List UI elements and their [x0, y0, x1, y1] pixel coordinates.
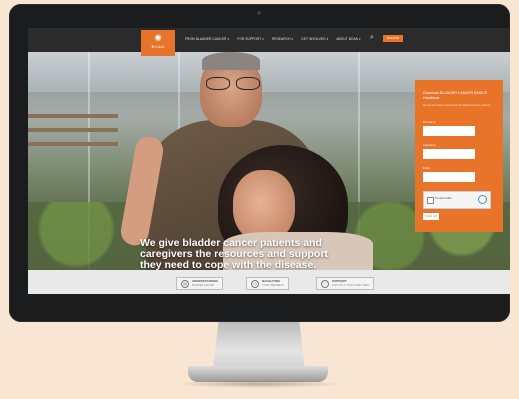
main-menu: FROM BLADDER CANCER ▾ FOR SUPPORT ▾ RESE…: [185, 37, 361, 41]
top-navigation: ✺ BCAN FROM BLADDER CANCER ▾ FOR SUPPORT…: [28, 28, 510, 56]
greenhouse-shelf: [28, 142, 118, 146]
donate-button[interactable]: DONATE: [383, 35, 403, 42]
hero-headline: We give bladder cancer patients and care…: [140, 237, 328, 271]
menu-item-research[interactable]: RESEARCH ▾: [272, 37, 293, 41]
menu-item-about[interactable]: ABOUT BCAN ▾: [336, 37, 360, 41]
monitor: ✺ BCAN FROM BLADDER CANCER ▾ FOR SUPPORT…: [9, 4, 510, 322]
recaptcha-widget: I'm not a robot: [423, 191, 491, 209]
form-title: Download BLADDER CANCER BASICS Handbook: [423, 91, 488, 100]
captcha-checkbox[interactable]: [427, 197, 434, 204]
website-screen: ✺ BCAN FROM BLADDER CANCER ▾ FOR SUPPORT…: [28, 28, 510, 294]
sun-logo-icon: ✺: [154, 33, 162, 43]
logo-text: BCAN: [151, 44, 165, 49]
signup-submit-button[interactable]: SIGN UP: [423, 213, 439, 220]
recaptcha-icon: [478, 195, 487, 204]
man-hair: [202, 52, 260, 70]
handbook-signup-form: Download BLADDER CANCER BASICS Handbook …: [415, 80, 503, 232]
stand-shadow: [175, 380, 343, 388]
feature-subtitle: FOR YOU & YOUR LOVED ONES: [332, 283, 369, 287]
menu-item-get-involved[interactable]: GET INVOLVED ▾: [301, 37, 328, 41]
monitor-stand: [213, 322, 305, 370]
feature-support[interactable]: ♡ SUPPORT FOR YOU & YOUR LOVED ONES: [316, 277, 374, 290]
clipboard-icon: ▤: [181, 279, 189, 288]
captcha-label: I'm not a robot: [435, 197, 452, 200]
bottom-feature-bar: ▤ UNDERSTANDING BLADDER CANCER ◷ NAVIGAT…: [28, 270, 510, 294]
feature-subtitle: BLADDER CANCER: [192, 283, 215, 287]
greenhouse-shelf: [28, 114, 118, 118]
feature-subtitle: YOUR TREATMENT: [262, 283, 284, 287]
apple-logo-icon: [254, 303, 264, 315]
glasses-icon: [206, 77, 260, 90]
feature-understanding[interactable]: ▤ UNDERSTANDING BLADDER CANCER: [176, 277, 224, 290]
email-label: Email: [423, 167, 430, 170]
heart-icon: ♡: [321, 279, 329, 288]
email-field[interactable]: [423, 172, 475, 182]
form-description: Get the free basic resource for the blad…: [423, 104, 491, 107]
greenhouse-shelf: [28, 128, 118, 132]
first-name-label: First Name: [423, 121, 436, 124]
compass-icon: ◷: [251, 279, 259, 288]
feature-navigating[interactable]: ◷ NAVIGATING YOUR TREATMENT: [246, 277, 289, 290]
camera-dot: [257, 11, 261, 15]
last-name-field[interactable]: [423, 149, 475, 159]
menu-item-support[interactable]: FOR SUPPORT ▾: [237, 37, 264, 41]
first-name-field[interactable]: [423, 126, 475, 136]
menu-item-bladder-cancer[interactable]: FROM BLADDER CANCER ▾: [185, 37, 229, 41]
search-icon[interactable]: ⌕: [370, 34, 374, 42]
site-logo[interactable]: ✺ BCAN: [141, 30, 175, 56]
last-name-label: Last Name: [423, 144, 436, 147]
